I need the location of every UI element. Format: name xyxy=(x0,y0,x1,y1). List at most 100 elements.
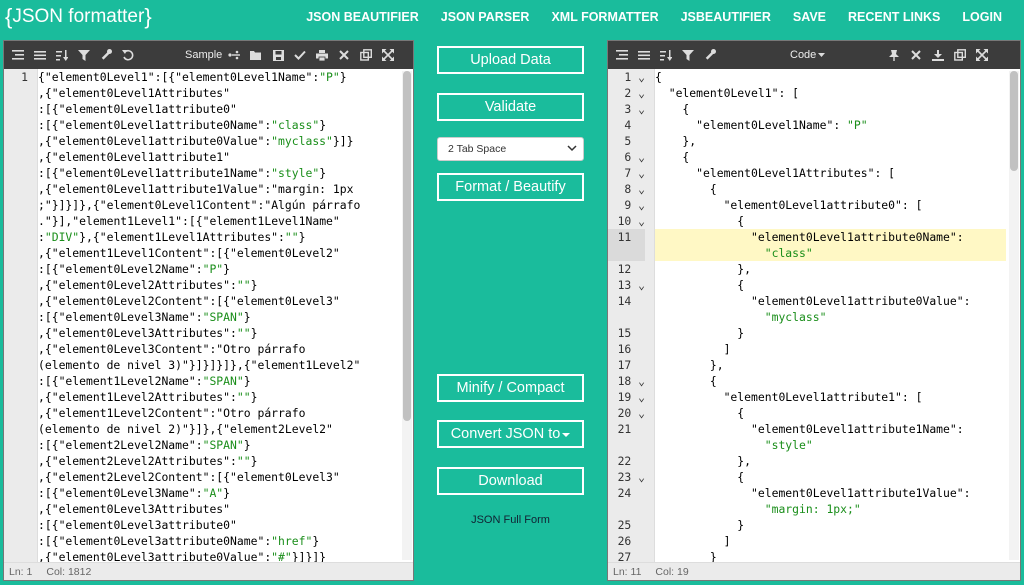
code-line: {"element0Level1":[{"element0Level1Name"… xyxy=(38,70,347,84)
code-line: "element0Level1attribute0": [ xyxy=(723,198,923,212)
download-icon[interactable] xyxy=(927,49,949,61)
pin-icon[interactable] xyxy=(883,49,905,61)
nav-json-parser[interactable]: JSON PARSER xyxy=(441,10,530,24)
open-folder-icon[interactable] xyxy=(245,50,267,60)
download-button[interactable]: Download xyxy=(437,467,584,495)
nav-login[interactable]: LOGIN xyxy=(962,10,1002,24)
logo[interactable]: { JSON formatter } xyxy=(5,4,152,30)
output-code-area[interactable]: { "element0Level1": [ { "element0Level1N… xyxy=(655,69,1006,562)
nav-xml-formatter[interactable]: XML FORMATTER xyxy=(551,10,658,24)
code-line: :[{"element0Level3attribute0Name":"href"… xyxy=(38,534,320,548)
tab-space-select[interactable]: 2 Tab Space xyxy=(437,137,584,161)
fullscreen-icon[interactable] xyxy=(971,49,993,61)
line-number: 19 ⌄ xyxy=(617,390,645,404)
code-line: "element0Level1attribute0Value": xyxy=(751,294,971,308)
format-icon[interactable] xyxy=(7,50,29,60)
output-scrollbar[interactable] xyxy=(1009,71,1019,560)
sort-icon[interactable] xyxy=(655,49,677,61)
output-editor-panel: Code 1 ⌄ 2 ⌄ 3 ⌄ 4 5 6 ⌄ 7 ⌄ 8 ⌄ 9 ⌄ 10 ⌄ 11 12 … xyxy=(607,40,1021,581)
code-line: }, xyxy=(655,358,724,372)
code-line: "element0Level1attribute1Value": xyxy=(751,486,971,500)
filter-icon[interactable] xyxy=(73,49,95,61)
input-code-area[interactable]: {"element0Level1":[{"element0Level1Name"… xyxy=(38,69,399,562)
line-number: 23 ⌄ xyxy=(617,470,645,484)
format-icon[interactable] xyxy=(611,50,633,60)
filter-icon[interactable] xyxy=(677,49,699,61)
line-number: 14 xyxy=(617,294,645,308)
line-number xyxy=(608,437,645,453)
line-numbers: 1 ⌄ 2 ⌄ 3 ⌄ 4 5 6 ⌄ 7 ⌄ 8 ⌄ 9 ⌄ 10 ⌄ 11 12 13 ⌄ 1… xyxy=(608,69,654,565)
code-line: :[{"element1Level2Name":"SPAN"} xyxy=(38,374,251,388)
check-icon[interactable] xyxy=(289,50,311,60)
input-scrollbar[interactable] xyxy=(402,71,412,560)
status-line: Ln: 1 xyxy=(9,565,33,578)
line-number: 10 ⌄ xyxy=(617,214,645,228)
input-scroll-thumb[interactable] xyxy=(403,71,411,421)
compact-icon[interactable] xyxy=(29,50,51,60)
code-line: { xyxy=(655,470,745,484)
fullscreen-icon[interactable] xyxy=(377,49,399,61)
code-line: "element0Level1attribute1Name": xyxy=(751,422,964,436)
nav-jsbeautifier[interactable]: JSBEAUTIFIER xyxy=(681,10,771,24)
code-line: ,{"element1Level1Content":[{"element0Lev… xyxy=(38,246,340,260)
format-beautify-button[interactable]: Format / Beautify xyxy=(437,173,584,201)
caret-down-icon[interactable] xyxy=(818,49,826,61)
nav-recent-links[interactable]: RECENT LINKS xyxy=(848,10,940,24)
code-line: ,{"element0Level2Content":[{"element0Lev… xyxy=(38,294,340,308)
sample-menu-icon[interactable] xyxy=(223,50,245,60)
output-scroll-thumb[interactable] xyxy=(1010,71,1018,171)
code-line: { xyxy=(655,214,745,228)
line-number: 3 ⌄ xyxy=(624,102,645,116)
code-line: } xyxy=(655,326,745,340)
code-line: }, xyxy=(655,134,697,148)
status-column: Col: 19 xyxy=(655,565,689,578)
json-full-form-link[interactable]: JSON Full Form xyxy=(437,514,584,526)
line-number: 18 ⌄ xyxy=(617,374,645,388)
code-line: ] xyxy=(655,342,731,356)
code-line: ,{"element0Level1attribute0Value":"mycla… xyxy=(38,134,354,148)
logo-brace-close: } xyxy=(144,3,152,29)
code-line: "element0Level1": [ xyxy=(668,86,800,100)
code-line: ,{"element2Level2Content":[{"element0Lev… xyxy=(38,470,340,484)
code-line: { xyxy=(655,102,690,116)
clear-icon[interactable] xyxy=(333,50,355,60)
repair-icon[interactable] xyxy=(699,49,721,61)
code-line: }, xyxy=(655,454,752,468)
code-line: { xyxy=(655,150,690,164)
line-number: 7 ⌄ xyxy=(624,166,645,180)
logo-text: JSON formatter xyxy=(12,5,145,27)
code-line: { xyxy=(655,374,717,388)
nav-json-beautifier[interactable]: JSON BEAUTIFIER xyxy=(306,10,419,24)
compact-icon[interactable] xyxy=(633,50,655,60)
code-line: :[{"element0Level3Name":"A"} xyxy=(38,486,231,500)
line-number xyxy=(608,501,645,517)
top-bar: { JSON formatter } JSON BEAUTIFIER JSON … xyxy=(0,0,1024,33)
code-line: ,{"element0Level3Attributes" xyxy=(38,502,231,516)
code-line: ] xyxy=(655,534,731,548)
repair-icon[interactable] xyxy=(95,49,117,61)
copy-icon[interactable] xyxy=(949,49,971,61)
copy-icon[interactable] xyxy=(355,49,377,61)
upload-data-button[interactable]: Upload Data xyxy=(437,46,584,74)
nav-save[interactable]: SAVE xyxy=(793,10,826,24)
validate-button[interactable]: Validate xyxy=(437,93,584,121)
convert-json-button[interactable]: Convert JSON to xyxy=(437,420,584,448)
code-line: { xyxy=(655,70,662,84)
clear-icon[interactable] xyxy=(905,50,927,60)
code-line: ,{"element0Level1attribute1Value":"margi… xyxy=(38,182,354,196)
output-toolbar: Code xyxy=(608,41,1020,69)
line-number: 4 xyxy=(624,118,645,132)
sample-label[interactable]: Sample xyxy=(185,49,222,61)
code-mode-label[interactable]: Code xyxy=(790,49,816,61)
code-line: :[{"element0Level1attribute1Name":"style… xyxy=(38,166,327,180)
logo-brace-open: { xyxy=(5,3,13,29)
line-number: 16 xyxy=(617,342,645,356)
code-line: "element0Level1Name": "P" xyxy=(696,118,868,132)
line-number: 1 ⌄ xyxy=(624,70,645,84)
minify-compact-button[interactable]: Minify / Compact xyxy=(437,374,584,402)
print-icon[interactable] xyxy=(311,49,333,61)
save-file-icon[interactable] xyxy=(267,49,289,61)
action-column: Upload Data Validate 2 Tab Space Format … xyxy=(420,40,602,585)
sort-icon[interactable] xyxy=(51,49,73,61)
undo-icon[interactable] xyxy=(117,49,139,61)
